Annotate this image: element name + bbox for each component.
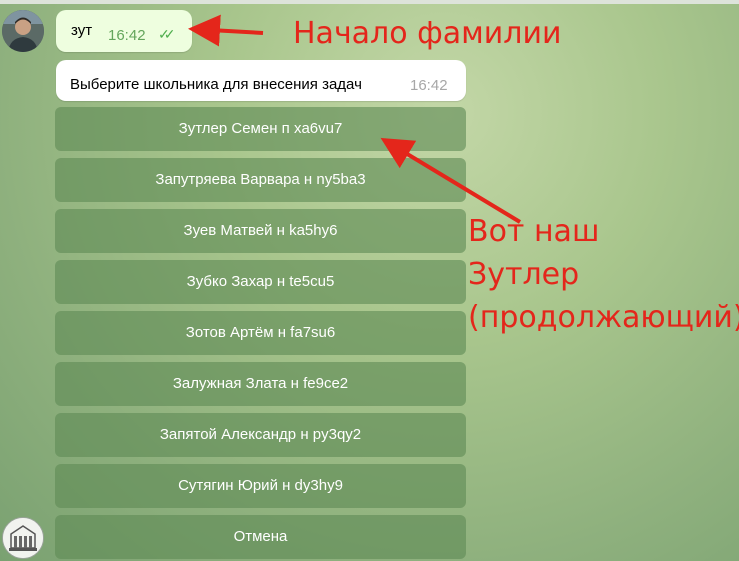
arrow-to-query bbox=[188, 14, 264, 47]
annotation-line-2: Зутлер bbox=[468, 257, 580, 292]
annotation-our-zutler: Вот наш Зутлер (продолжающий) bbox=[468, 214, 739, 343]
annotation-line-3: (продолжающий) bbox=[468, 300, 739, 335]
annotation-line-1: Вот наш bbox=[468, 214, 600, 249]
annotation-surname-start: Начало фамилии bbox=[293, 16, 562, 51]
arrow-to-zutler bbox=[380, 137, 522, 224]
